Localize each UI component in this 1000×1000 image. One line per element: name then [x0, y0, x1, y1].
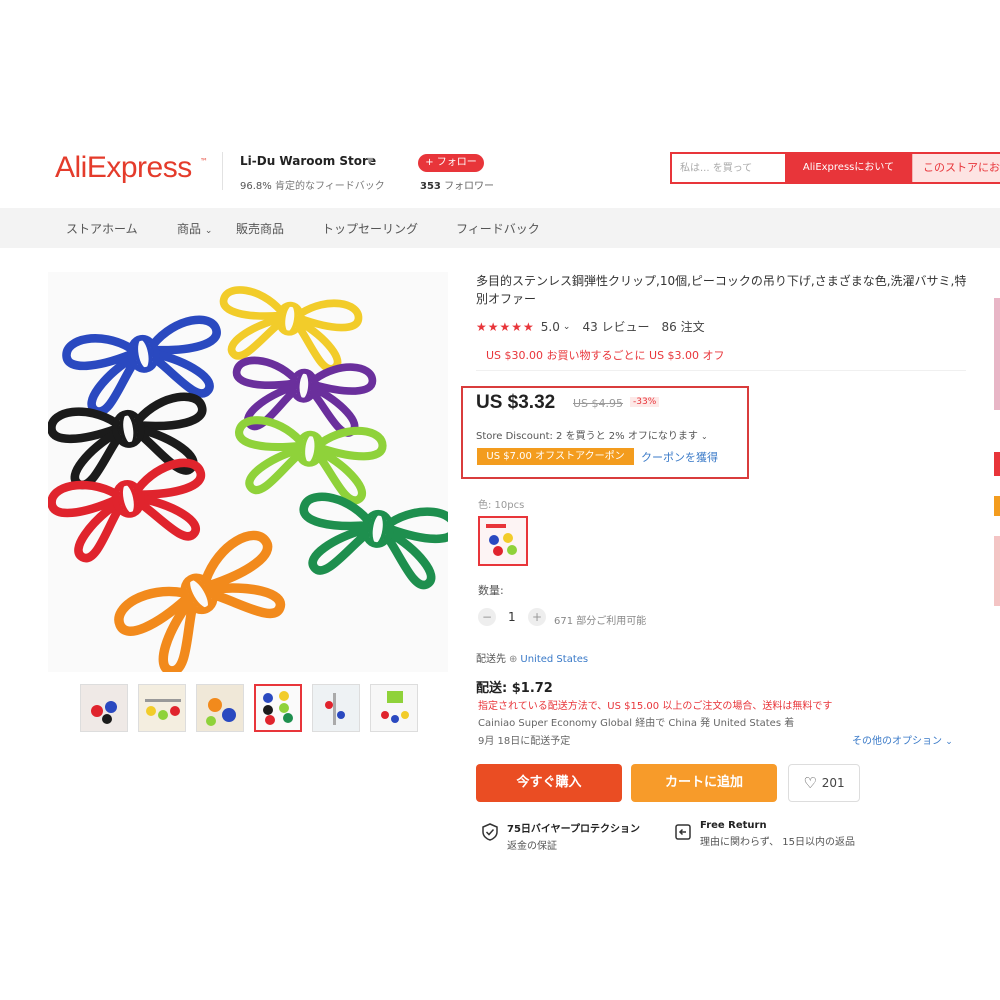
aliexpress-logo[interactable]: AliExpress	[55, 151, 192, 185]
thumbnail-2[interactable]	[138, 684, 186, 732]
header-divider	[222, 152, 223, 190]
followers-number: 353	[420, 181, 441, 192]
return-icon	[675, 824, 691, 840]
promo-text: US $30.00 お買い物するごとに US $3.00 オフ	[486, 349, 725, 362]
store-name[interactable]: Li-Du Waroom Store	[240, 154, 376, 168]
thumbnail-3[interactable]	[196, 684, 244, 732]
buyer-protection-text: 75日バイヤープロテクション 返金の保証	[507, 820, 640, 852]
side-recommendation-image[interactable]	[994, 496, 1000, 516]
followers-label: フォロワー	[444, 181, 495, 192]
color-option-10pcs[interactable]	[478, 516, 528, 566]
search-aliexpress-button[interactable]: AliExpressにおいて	[785, 154, 912, 182]
quantity-decrease-button[interactable]: −	[478, 608, 496, 626]
product-title: 多目的ステンレス鋼弾性クリップ,10個,ピーコックの吊り下げ,さまざまな色,洗濯…	[476, 274, 967, 306]
search-input[interactable]	[672, 154, 785, 182]
free-return-text: Free Return 理由に関わらず、 15日以内の返品	[700, 820, 855, 848]
chevron-down-icon[interactable]: ▼	[367, 156, 373, 165]
add-to-cart-button[interactable]: カートに追加	[631, 764, 777, 802]
nav-products[interactable]: 商品 ⌄	[177, 220, 212, 237]
side-recommendation-image[interactable]	[994, 536, 1000, 606]
more-options-label: その他のオプション	[852, 736, 942, 747]
reviews-link[interactable]: 43 レビュー	[582, 318, 649, 335]
nav-store-home[interactable]: ストアホーム	[66, 220, 138, 237]
nav-sale-items[interactable]: 販売商品	[236, 220, 284, 237]
search-store-button[interactable]: このストアにお	[912, 154, 1000, 182]
search-bar: AliExpressにおいて このストアにお	[670, 152, 1000, 184]
wishlist-count: 201	[821, 776, 845, 790]
store-nav: ストアホーム 商品 ⌄ 販売商品 トップセーリング フィードバック	[0, 208, 1000, 248]
store-rating-label: 肯定的なフィードバック	[274, 181, 385, 192]
thumbnail-1[interactable]	[80, 684, 128, 732]
free-return: Free Return 理由に関わらず、 15日以内の返品	[674, 820, 855, 848]
heart-icon: ♡	[803, 774, 817, 792]
ship-to: 配送先 ⊕ United States	[476, 650, 588, 665]
store-rating-value: 96.8%	[240, 181, 272, 192]
free-return-subtitle: 理由に関わらず、 15日以内の返品	[700, 837, 856, 848]
quantity-increase-button[interactable]: +	[528, 608, 546, 626]
nav-top-selling[interactable]: トップセーリング	[322, 220, 418, 237]
discount-badge: -33%	[630, 397, 660, 407]
quantity-label: 数量:	[478, 584, 504, 597]
current-price: US $3.32	[476, 392, 556, 413]
globe-icon: ⊕	[509, 654, 518, 665]
follow-button[interactable]: + フォロー	[418, 154, 484, 172]
color-label: 色: 10pcs	[478, 500, 525, 511]
store-discount[interactable]: Store Discount: 2 を買うと 2% オフになります ⌄	[476, 427, 708, 442]
chevron-down-icon: ⌄	[701, 432, 708, 441]
free-shipping-note: 指定されている配送方法で、US $15.00 以上のご注文の場合、送料は無料です	[478, 701, 833, 712]
chevron-down-icon: ⌄	[204, 226, 213, 236]
nav-products-label: 商品	[177, 222, 202, 236]
star-icon: ★★★★★	[476, 319, 535, 334]
side-recommendation-image[interactable]	[994, 298, 1000, 410]
store-coupon-badge: US $7.00 オフストアクーポン	[477, 448, 634, 465]
followers-count: 353 フォロワー	[420, 177, 494, 192]
buy-now-button[interactable]: 今すぐ購入	[476, 764, 622, 802]
free-return-title: Free Return	[700, 820, 767, 831]
ship-to-label: 配送先	[476, 654, 506, 665]
shipping-method: Cainiao Super Economy Global 経由で China 発…	[478, 718, 795, 729]
buyer-protection-title: 75日バイヤープロテクション	[507, 824, 641, 835]
quantity-value[interactable]: 1	[508, 610, 516, 624]
rating-value: 5.0	[540, 319, 560, 334]
shipping-price: 配送: $1.72	[476, 681, 553, 696]
shield-check-icon	[482, 823, 498, 841]
thumbnail-5[interactable]	[312, 684, 360, 732]
chevron-down-icon[interactable]: ⌄	[563, 322, 571, 332]
main-product-image[interactable]	[48, 272, 448, 672]
more-shipping-options[interactable]: その他のオプション ⌄	[852, 732, 953, 747]
wishlist-button[interactable]: ♡ 201	[788, 764, 860, 802]
side-recommendation-image[interactable]	[994, 452, 1000, 476]
ship-to-country[interactable]: United States	[520, 654, 588, 665]
thumbnail-6[interactable]	[370, 684, 418, 732]
divider	[476, 370, 966, 371]
thumbnail-4-selected[interactable]	[254, 684, 302, 732]
clips-illustration	[48, 272, 448, 672]
orders-count: 86 注文	[661, 320, 705, 334]
chevron-down-icon: ⌄	[945, 737, 953, 747]
buyer-protection: 75日バイヤープロテクション 返金の保証	[481, 820, 640, 852]
rating-row: ★★★★★ 5.0 ⌄ 43 レビュー 86 注文	[476, 318, 705, 335]
trademark-mark: ™	[200, 157, 208, 166]
nav-feedback[interactable]: フィードバック	[456, 220, 540, 237]
original-price: US $4.95	[573, 397, 624, 410]
store-rating: 96.8% 肯定的なフィードバック	[240, 177, 385, 192]
store-discount-text: Store Discount: 2 を買うと 2% オフになります	[476, 431, 698, 442]
get-coupon-link[interactable]: クーポンを獲得	[641, 449, 718, 465]
buyer-protection-subtitle: 返金の保証	[507, 841, 557, 852]
delivery-date: 9月 18日に配送予定	[478, 736, 571, 747]
quantity-available: 671 部分ご利用可能	[554, 616, 647, 627]
